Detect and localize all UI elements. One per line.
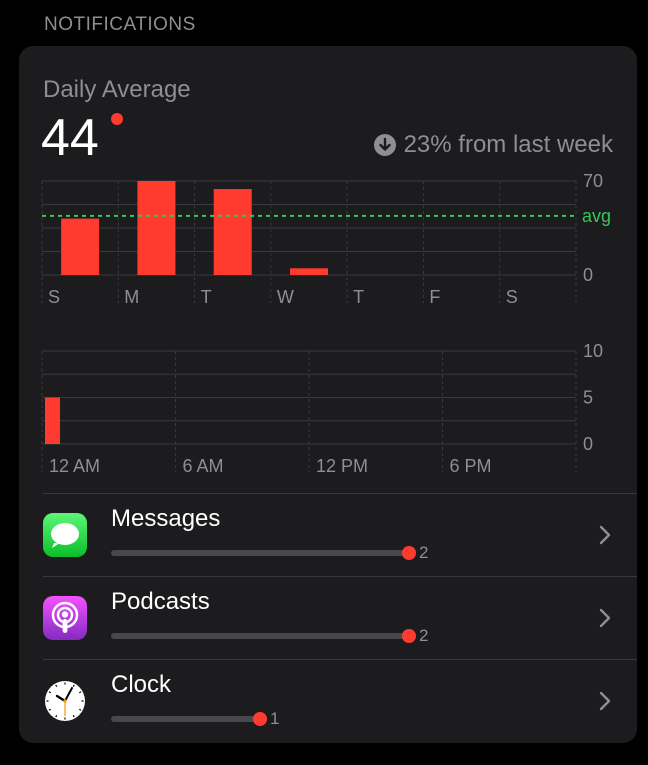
row-divider <box>43 659 637 660</box>
app-notification-count: 1 <box>270 709 280 728</box>
weekly-bar <box>213 189 252 275</box>
hourly-ytick: 0 <box>583 434 593 454</box>
app-usage-bar <box>111 716 260 722</box>
app-usage-bar <box>111 633 409 639</box>
weekly-bar <box>61 218 100 275</box>
hourly-time-label: 6 AM <box>183 456 224 476</box>
messages-icon <box>43 513 87 557</box>
notifications-charts: avg 70 0 S M T W T F S 10 5 0 12 AM 6 AM 12 PM 6 PM <box>41 171 611 476</box>
hourly-bar <box>45 397 60 444</box>
hourly-time-label: 12 PM <box>316 456 368 476</box>
app-usage-bar <box>111 550 409 556</box>
app-usage-dot <box>253 712 267 726</box>
notifications-card: Daily Average 44 23% from last week avg 7… <box>19 46 637 743</box>
average-label: avg <box>582 206 611 226</box>
app-row-messages[interactable]: Messages 2 <box>19 493 637 576</box>
hourly-ytick: 5 <box>583 388 593 408</box>
weekly-ytick-zero: 0 <box>583 265 593 285</box>
clock-icon <box>43 679 87 723</box>
weekly-day-label: T <box>201 287 212 307</box>
weekly-day-label: M <box>124 287 139 307</box>
chevron-right-icon <box>599 608 611 628</box>
app-row-podcasts[interactable]: Podcasts 2 <box>19 576 637 659</box>
app-notification-count: 2 <box>419 543 429 562</box>
chevron-right-icon <box>599 525 611 545</box>
app-usage-dot <box>402 629 416 643</box>
weekly-bar <box>290 268 328 275</box>
weekly-day-label: W <box>277 287 294 307</box>
app-name: Podcasts <box>111 588 210 615</box>
chevron-right-icon <box>599 691 611 711</box>
row-divider <box>43 576 637 577</box>
weekly-bar <box>137 181 176 275</box>
app-usage-dot <box>402 546 416 560</box>
weekly-ytick-max: 70 <box>583 171 603 191</box>
podcasts-icon <box>43 596 87 640</box>
app-name: Messages <box>111 505 221 532</box>
row-divider <box>43 493 637 494</box>
app-row-clock[interactable]: Clock 1 <box>19 659 637 742</box>
section-label: NOTIFICATIONS <box>44 14 196 35</box>
weekly-day-label: F <box>429 287 440 307</box>
weekly-day-label: S <box>506 287 518 307</box>
hourly-time-label: 6 PM <box>450 456 492 476</box>
weekly-day-label: T <box>353 287 364 307</box>
hourly-time-label: 12 AM <box>49 456 100 476</box>
app-name: Clock <box>111 671 172 698</box>
weekly-day-label: S <box>48 287 60 307</box>
hourly-ytick: 10 <box>583 341 603 361</box>
app-notification-count: 2 <box>419 626 429 645</box>
